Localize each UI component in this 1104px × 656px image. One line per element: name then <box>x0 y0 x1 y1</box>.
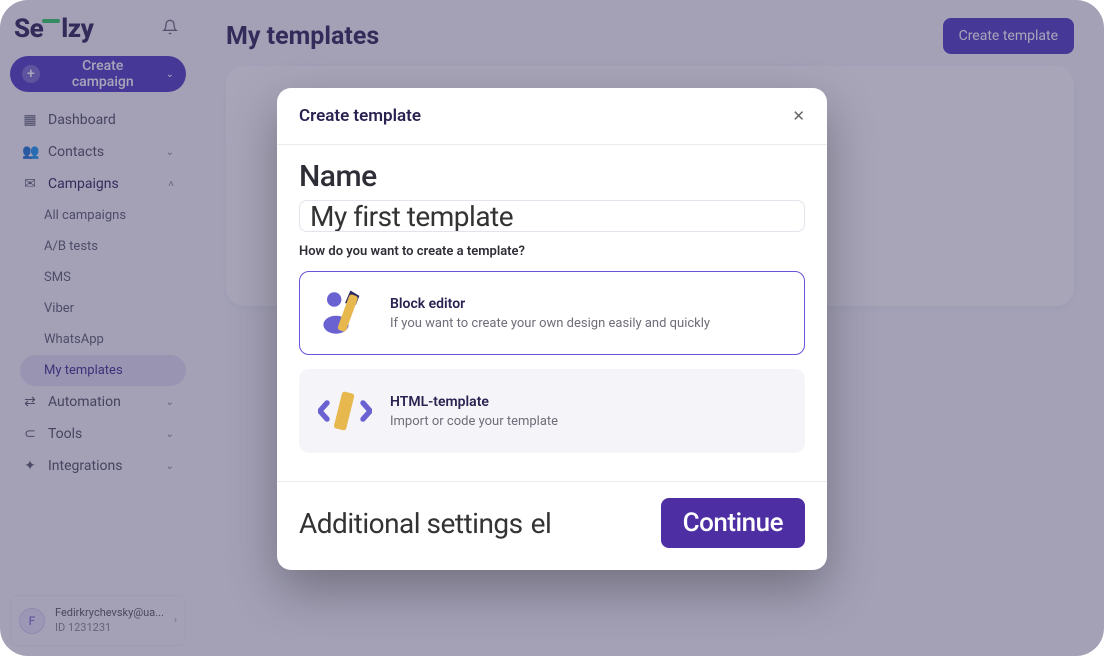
modal-wrap: Create template ✕ Name How do you want t… <box>0 0 1104 656</box>
modal-footer: Additional settingsel Continue <box>277 481 827 570</box>
additional-label: Additional settings <box>299 507 523 540</box>
option-text: Block editor If you want to create your … <box>390 296 710 331</box>
option-desc: If you want to create your own design ea… <box>390 316 710 331</box>
create-template-modal: Create template ✕ Name How do you want t… <box>277 88 827 570</box>
block-editor-icon <box>318 288 372 338</box>
name-input[interactable] <box>299 200 805 232</box>
option-html-template[interactable]: HTML-template Import or code your templa… <box>299 369 805 453</box>
name-label: Name <box>299 159 805 194</box>
html-template-icon <box>318 386 372 436</box>
close-icon[interactable]: ✕ <box>792 107 805 125</box>
modal-header: Create template ✕ <box>277 88 827 145</box>
modal-title: Create template <box>299 106 421 126</box>
option-desc: Import or code your template <box>390 414 558 429</box>
continue-button[interactable]: Continue <box>661 498 805 548</box>
option-title: HTML-template <box>390 394 558 410</box>
option-title: Block editor <box>390 296 710 312</box>
modal-body: Name How do you want to create a templat… <box>277 145 827 471</box>
option-text: HTML-template Import or code your templa… <box>390 394 558 429</box>
additional-settings[interactable]: Additional settingsel <box>299 507 551 540</box>
option-block-editor[interactable]: Block editor If you want to create your … <box>299 271 805 355</box>
additional-suffix: el <box>531 507 552 540</box>
how-question: How do you want to create a template? <box>299 244 805 259</box>
